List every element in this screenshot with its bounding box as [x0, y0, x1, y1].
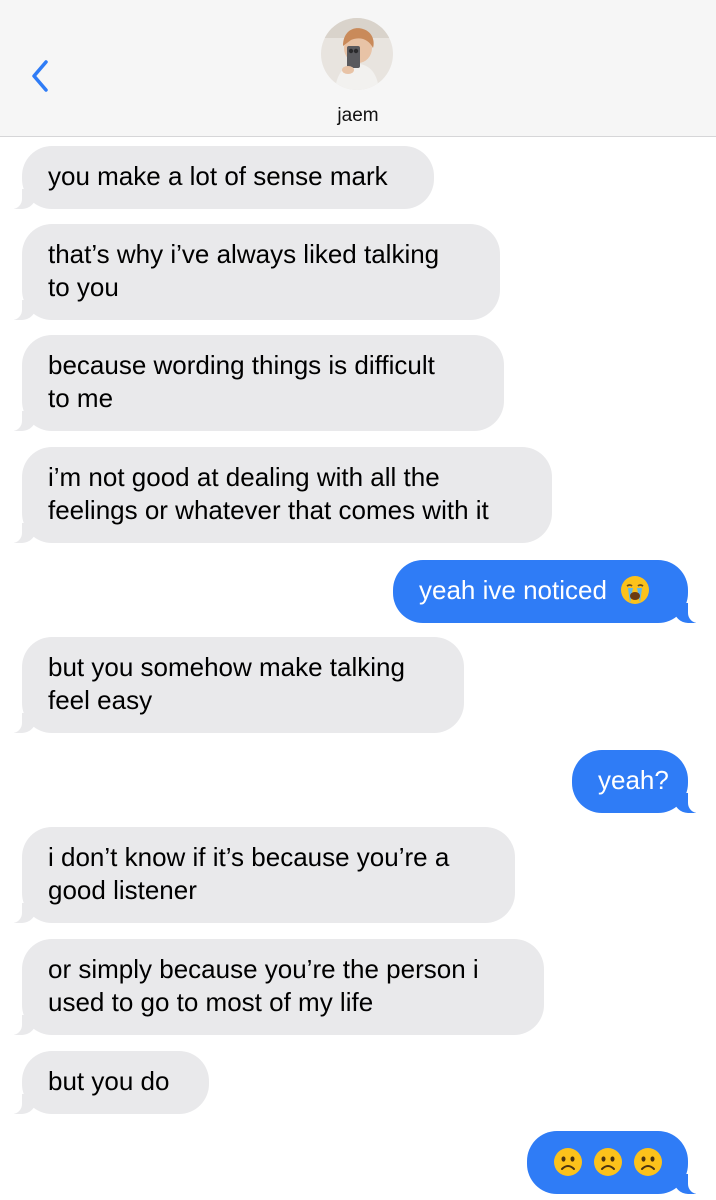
message-text: but you do — [48, 1066, 170, 1096]
back-button[interactable] — [26, 56, 56, 96]
frowning-face-icon — [594, 1148, 622, 1176]
message-bubble-incoming[interactable]: but you do — [8, 1051, 209, 1114]
message-text: used to go to most of my life — [48, 987, 374, 1017]
message-text: that’s why i’ve always liked talking — [48, 239, 440, 269]
conversation-header: jaem — [0, 0, 716, 137]
message-bubble-incoming[interactable]: or simply because you’re the person i us… — [8, 939, 544, 1035]
message-text: i’m not good at dealing with all the — [48, 462, 440, 492]
message-text: to me — [48, 383, 114, 413]
message-text: or simply because you’re the person i — [48, 954, 479, 984]
message-bubble-incoming[interactable]: but you somehow make talking feel easy — [8, 637, 464, 733]
message-bubble-outgoing[interactable] — [527, 1131, 702, 1194]
contact-avatar[interactable] — [321, 18, 393, 90]
message-thread: you make a lot of sense mark that’s why … — [0, 137, 716, 1200]
frowning-face-icon — [554, 1148, 582, 1176]
message-text: yeah ive noticed — [419, 575, 607, 605]
message-text: yeah? — [598, 765, 669, 795]
message-bubble-incoming[interactable]: that’s why i’ve always liked talking to … — [8, 224, 500, 320]
message-bubble-outgoing[interactable]: yeah ive noticed — [393, 560, 702, 623]
message-text: because wording things is difficult — [48, 350, 435, 380]
message-bubble-incoming[interactable]: you make a lot of sense mark — [8, 146, 434, 209]
loudly-crying-face-icon — [621, 576, 650, 604]
message-bubble-outgoing[interactable]: yeah? — [572, 750, 702, 813]
emoji-row — [553, 1147, 663, 1177]
message-text: i don’t know if it’s because you’re a — [48, 842, 450, 872]
message-text: but you somehow make talking — [48, 652, 405, 682]
message-text: feelings or whatever that comes with it — [48, 495, 489, 525]
chevron-left-icon — [32, 60, 48, 92]
message-bubble-incoming[interactable]: because wording things is difficult to m… — [8, 335, 504, 431]
message-text: good listener — [48, 875, 197, 905]
message-bubble-incoming[interactable]: i’m not good at dealing with all the fee… — [8, 447, 552, 543]
message-text: you make a lot of sense mark — [48, 161, 388, 191]
message-bubble-incoming[interactable]: i don’t know if it’s because you’re a go… — [8, 827, 515, 923]
message-text: to you — [48, 272, 119, 302]
frowning-face-icon — [634, 1148, 662, 1176]
contact-name[interactable]: jaem — [0, 105, 716, 127]
message-text: feel easy — [48, 685, 153, 715]
